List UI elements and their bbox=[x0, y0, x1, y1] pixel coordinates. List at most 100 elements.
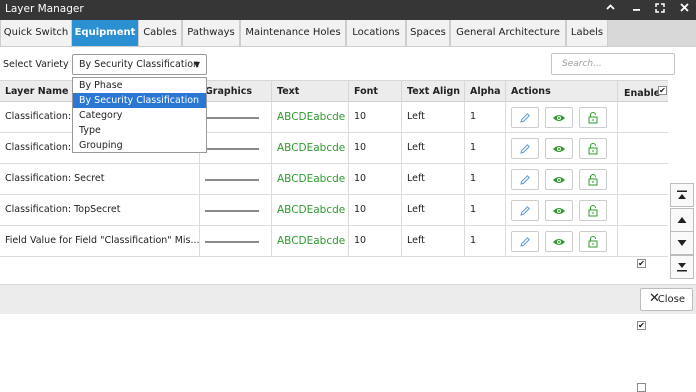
header-alpha: Alpha bbox=[465, 81, 506, 102]
layer-name-cell: Field Value for Field "Classification" M… bbox=[0, 226, 200, 256]
unlock-icon bbox=[588, 142, 598, 154]
actions-cell bbox=[506, 195, 618, 225]
text-align-cell: Left bbox=[402, 133, 465, 163]
lock-button[interactable] bbox=[579, 200, 607, 221]
tab-locations[interactable]: Locations bbox=[346, 20, 406, 46]
scroll-bottom-button[interactable] bbox=[670, 255, 694, 279]
lock-button[interactable] bbox=[579, 107, 607, 128]
eye-icon bbox=[553, 207, 565, 214]
text-align-cell: Left bbox=[402, 102, 465, 132]
scroll-up-button[interactable] bbox=[670, 208, 694, 232]
text-sample-cell: ABCDEabcde bbox=[272, 133, 349, 163]
tab-quick-switch[interactable]: Quick Switch bbox=[0, 20, 72, 46]
font-size-cell: 10 bbox=[349, 133, 402, 163]
alpha-cell: 1 bbox=[465, 102, 506, 132]
tab-general-architecture[interactable]: General Architecture bbox=[450, 20, 566, 46]
tab-labels[interactable]: Labels bbox=[566, 20, 608, 46]
enable-checkbox[interactable]: ✔ bbox=[637, 259, 646, 268]
layer-name-cell: Classification: Secret bbox=[0, 164, 200, 194]
minimize-icon[interactable] bbox=[632, 3, 641, 15]
lock-button[interactable] bbox=[579, 231, 607, 252]
edit-button[interactable] bbox=[511, 231, 539, 252]
header-text: Text bbox=[272, 81, 349, 102]
dropdown-option[interactable]: Type bbox=[73, 123, 206, 138]
graphics-cell bbox=[200, 226, 272, 256]
text-align-cell: Left bbox=[402, 164, 465, 194]
table-row: Classification: Secret ABCDEabcde 10 Lef… bbox=[0, 164, 668, 268]
toggle-visibility-button[interactable] bbox=[545, 169, 573, 190]
line-style-preview bbox=[205, 148, 259, 150]
collapse-icon[interactable] bbox=[606, 3, 615, 15]
scroll-down-button[interactable] bbox=[670, 231, 694, 255]
lock-button[interactable] bbox=[579, 138, 607, 159]
font-size-cell: 10 bbox=[349, 226, 402, 256]
line-style-preview bbox=[205, 241, 259, 243]
eye-icon bbox=[553, 145, 565, 152]
unlock-icon bbox=[588, 173, 598, 185]
last-page-icon bbox=[677, 263, 687, 272]
pencil-icon bbox=[520, 236, 530, 247]
layer-name-cell: Classification: TopSecret bbox=[0, 195, 200, 225]
dropdown-option[interactable]: By Phase bbox=[73, 78, 206, 93]
edit-button[interactable] bbox=[511, 138, 539, 159]
eye-icon bbox=[553, 176, 565, 183]
first-page-icon bbox=[677, 190, 687, 199]
toggle-visibility-button[interactable] bbox=[545, 231, 573, 252]
header-font-size: Font Size bbox=[349, 81, 402, 118]
tab-spaces[interactable]: Spaces bbox=[406, 20, 450, 46]
pencil-icon bbox=[520, 205, 530, 216]
arrow-up-icon bbox=[677, 217, 687, 223]
text-sample-cell: ABCDEabcde bbox=[272, 102, 349, 132]
dropdown-option[interactable]: Category bbox=[73, 108, 206, 123]
eye-icon bbox=[553, 238, 565, 245]
unlock-icon bbox=[588, 111, 598, 123]
caret-down-icon: ▼ bbox=[193, 60, 200, 69]
unlock-icon bbox=[588, 204, 598, 216]
unlock-icon bbox=[588, 235, 598, 247]
tab-maintenance-holes[interactable]: Maintenance Holes bbox=[240, 20, 346, 46]
dropdown-option[interactable]: Grouping bbox=[73, 138, 206, 153]
toggle-visibility-button[interactable] bbox=[545, 107, 573, 128]
edit-button[interactable] bbox=[511, 169, 539, 190]
toggle-visibility-button[interactable] bbox=[545, 200, 573, 221]
pencil-icon bbox=[520, 112, 530, 123]
edit-button[interactable] bbox=[511, 200, 539, 221]
header-graphics: Graphics bbox=[200, 81, 272, 102]
tab-equipment[interactable]: Equipment bbox=[72, 20, 138, 46]
actions-cell bbox=[506, 164, 618, 194]
font-size-cell: 10 bbox=[349, 195, 402, 225]
variety-select[interactable]: By Security Classification ▼ bbox=[72, 54, 207, 75]
graphics-cell bbox=[200, 195, 272, 225]
text-sample-cell: ABCDEabcde bbox=[272, 195, 349, 225]
tab-cables[interactable]: Cables bbox=[138, 20, 182, 46]
lock-button[interactable] bbox=[579, 169, 607, 190]
tab-pathways[interactable]: Pathways bbox=[182, 20, 240, 46]
close-window-icon[interactable] bbox=[680, 3, 689, 15]
dropdown-option[interactable]: By Security Classification bbox=[73, 93, 206, 108]
alpha-cell: 1 bbox=[465, 133, 506, 163]
line-style-preview bbox=[205, 179, 259, 181]
tab-bar: Quick Switch Equipment Cables Pathways M… bbox=[0, 20, 696, 47]
enable-all-checkbox[interactable]: ✔ bbox=[658, 86, 667, 95]
table-row: Field Value for Field "Classification" M… bbox=[0, 226, 668, 392]
graphics-cell bbox=[200, 133, 272, 163]
enable-checkbox[interactable]: ✔ bbox=[637, 321, 646, 330]
enable-checkbox[interactable] bbox=[637, 383, 646, 392]
search-input[interactable] bbox=[551, 53, 675, 75]
select-variety-label: Select Variety bbox=[3, 59, 69, 70]
enable-cell bbox=[618, 133, 668, 163]
actions-cell bbox=[506, 102, 618, 132]
toggle-visibility-button[interactable] bbox=[545, 138, 573, 159]
enable-cell bbox=[618, 164, 668, 194]
pencil-icon bbox=[520, 143, 530, 154]
variety-select-value: By Security Classification bbox=[79, 59, 200, 70]
text-align-cell: Left bbox=[402, 195, 465, 225]
edit-button[interactable] bbox=[511, 107, 539, 128]
header-actions: Actions bbox=[506, 81, 618, 102]
enable-cell bbox=[618, 195, 668, 225]
scroll-top-button[interactable] bbox=[670, 183, 694, 207]
maximize-icon[interactable] bbox=[655, 3, 665, 16]
eye-icon bbox=[553, 114, 565, 121]
close-button[interactable]: ✕ Close bbox=[640, 288, 693, 311]
window-title: Layer Manager bbox=[5, 3, 84, 15]
